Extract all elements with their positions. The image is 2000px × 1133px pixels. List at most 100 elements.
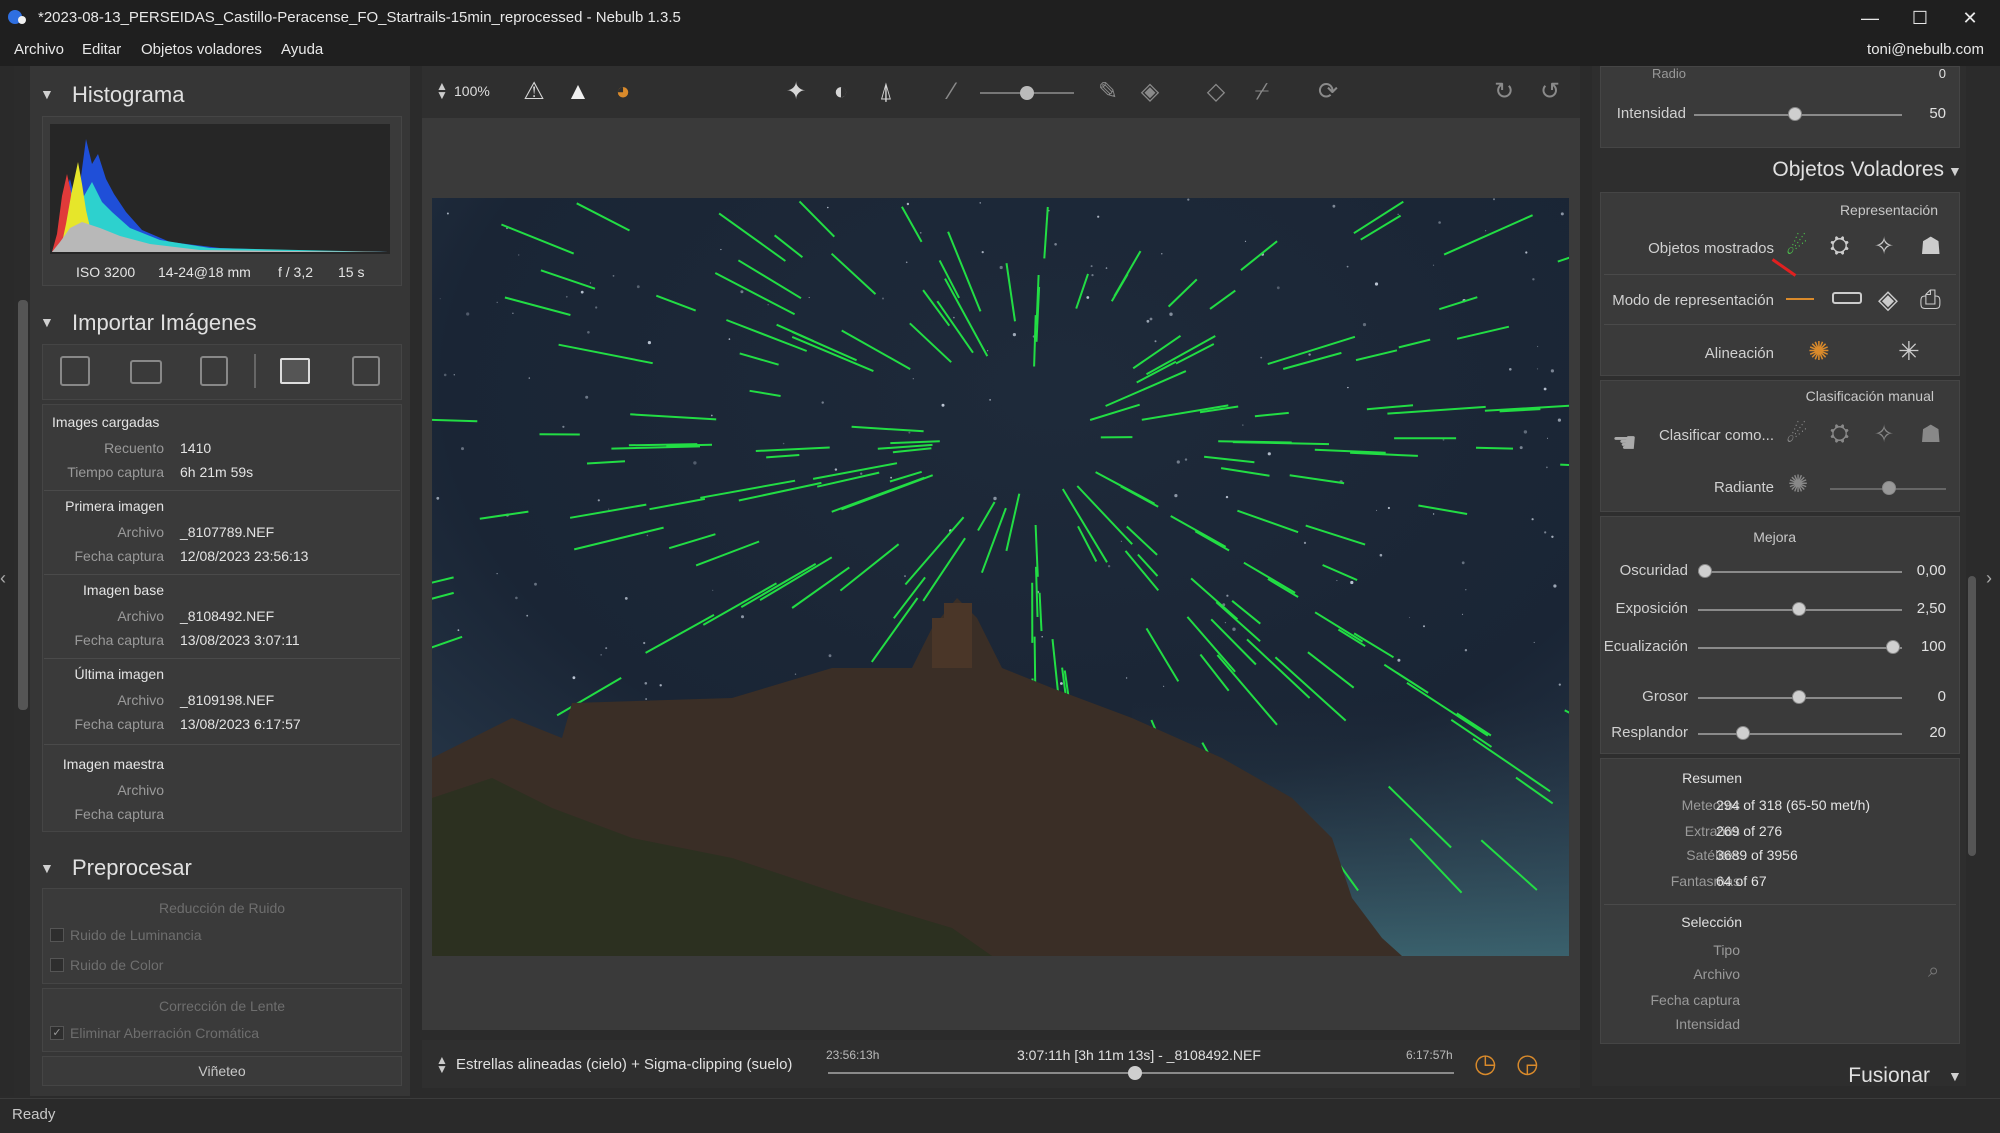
star: [1347, 386, 1349, 389]
eraser-icon[interactable]: ◇: [1198, 74, 1234, 110]
minimize-button[interactable]: —: [1850, 4, 1890, 32]
alignment-label: Alineación: [1704, 345, 1774, 362]
radiant-slider-knob[interactable]: [1882, 481, 1896, 495]
selection-intensity-label: Intensidad: [1675, 1016, 1740, 1032]
satellite-type-icon[interactable]: ✧: [1874, 232, 1894, 261]
collapse-right-icon[interactable]: ›: [1986, 568, 1992, 589]
menu-archivo[interactable]: Archivo: [14, 41, 64, 58]
stacking-mode[interactable]: Estrellas alineadas (cielo) + Sigma-clip…: [456, 1056, 792, 1073]
star: [1362, 323, 1367, 327]
star: [821, 401, 824, 404]
star: [624, 597, 628, 600]
camera-mode-icon[interactable]: ⎙: [1920, 284, 1941, 316]
box-mode-icon[interactable]: [1832, 292, 1862, 304]
glow-slider-knob[interactable]: [1736, 726, 1750, 740]
left-scrollbar[interactable]: [18, 300, 28, 710]
import-images-icon[interactable]: [60, 356, 90, 386]
tower-icon[interactable]: ⍋: [868, 74, 904, 110]
alignment-scatter-icon[interactable]: ✳: [1898, 336, 1920, 367]
import-collapse-icon[interactable]: ▼: [40, 314, 54, 330]
classify-satellite-icon[interactable]: ✧: [1874, 420, 1894, 449]
collapse-left-icon[interactable]: ‹: [0, 568, 6, 589]
mode-spinner-icon[interactable]: ▲ ▼: [436, 1054, 448, 1075]
planet-icon[interactable]: ◐: [823, 74, 859, 110]
menu-editar[interactable]: Editar: [82, 41, 121, 58]
meteor-type-icon[interactable]: ☄: [1786, 232, 1808, 261]
star: [979, 202, 981, 204]
glow-slider-track[interactable]: [1698, 733, 1902, 735]
chromatic-checkbox[interactable]: ✓: [50, 1026, 64, 1040]
star: [728, 338, 731, 340]
star: [987, 350, 989, 352]
vignette-header[interactable]: Viñeteo: [42, 1063, 402, 1079]
warning-outline-icon[interactable]: ⚠: [516, 74, 552, 110]
darkness-slider-knob[interactable]: [1698, 564, 1712, 578]
star: [1149, 317, 1153, 321]
search-selection-icon[interactable]: ⌕: [1928, 960, 1939, 983]
menu-ayuda[interactable]: Ayuda: [281, 41, 323, 58]
intensity-slider-knob[interactable]: [1788, 107, 1802, 121]
history-icon[interactable]: ◶: [1516, 1048, 1539, 1079]
import-master-icon[interactable]: [352, 356, 380, 386]
palette-icon[interactable]: ◕: [605, 74, 641, 110]
zoom-value[interactable]: 100%: [454, 83, 490, 99]
last-file-label: Archivo: [117, 692, 164, 708]
fill-bucket-icon[interactable]: ◈: [1132, 74, 1168, 110]
clock-icon[interactable]: ◷: [1474, 1048, 1497, 1079]
flying-objects-collapse-icon[interactable]: ▼: [1948, 163, 1962, 179]
exposure-slider-knob[interactable]: [1792, 602, 1806, 616]
undo-icon[interactable]: ↺: [1532, 74, 1568, 110]
preprocess-collapse-icon[interactable]: ▼: [40, 860, 54, 876]
stars-icon[interactable]: ✦: [778, 74, 814, 110]
zoom-spinner-icon[interactable]: ▲ ▼: [436, 80, 448, 101]
right-scrollbar[interactable]: [1968, 576, 1976, 856]
equalization-slider-knob[interactable]: [1886, 640, 1900, 654]
color-noise-checkbox[interactable]: [50, 958, 64, 972]
meteor-trail[interactable]: [1475, 446, 1514, 450]
thickness-slider-knob[interactable]: [1792, 690, 1806, 704]
star: [643, 641, 646, 645]
meteor-trail[interactable]: [628, 443, 698, 447]
darkness-slider-track[interactable]: [1698, 571, 1902, 573]
timeline-current: 3:07:11h [3h 11m 13s] - _8108492.NEF: [1017, 1047, 1261, 1063]
classify-meteor-icon[interactable]: ☄: [1786, 420, 1808, 449]
equalization-slider-track[interactable]: [1698, 647, 1902, 649]
luminance-checkbox[interactable]: [50, 928, 64, 942]
brush-size-slider-knob[interactable]: [1020, 86, 1034, 100]
startrails-photo[interactable]: [432, 198, 1569, 956]
user-account[interactable]: toni@nebulb.com: [1867, 41, 1984, 58]
broom-icon[interactable]: ⌿: [1244, 74, 1280, 110]
histogram-exposure: 15 s: [338, 264, 365, 280]
import-base-image-icon[interactable]: [280, 358, 310, 384]
ufo-type-icon[interactable]: ⛭: [1830, 232, 1849, 260]
close-button[interactable]: ✕: [1950, 4, 1990, 32]
star: [794, 673, 797, 675]
classify-ufo-icon[interactable]: ⛭: [1830, 420, 1849, 448]
redo-icon[interactable]: ↻: [1486, 74, 1522, 110]
maximize-button[interactable]: ☐: [1900, 4, 1940, 32]
classify-ghost-icon[interactable]: ☗: [1920, 420, 1942, 449]
last-date-label: Fecha captura: [74, 716, 165, 732]
refresh-icon[interactable]: ⟳: [1310, 74, 1346, 110]
alignment-radiant-icon[interactable]: ✺: [1808, 336, 1830, 367]
timeline-knob[interactable]: [1127, 1066, 1142, 1080]
import-folder-icon[interactable]: [130, 360, 162, 384]
flying-objects-title: Objetos Voladores: [1772, 158, 1944, 181]
menu-objetos-voladores[interactable]: Objetos voladores: [141, 41, 262, 58]
ghost-type-icon[interactable]: ☗: [1920, 232, 1942, 261]
histogram-collapse-icon[interactable]: ▼: [40, 86, 54, 102]
warning-filled-icon[interactable]: ▲: [560, 74, 596, 110]
magic-wand-icon[interactable]: ⁄: [934, 74, 970, 110]
star: [1493, 198, 1495, 201]
first-file-value: _8107789.NEF: [180, 524, 275, 540]
merge-collapse-icon[interactable]: ▼: [1948, 1068, 1962, 1084]
star: [608, 508, 610, 510]
star: [741, 615, 744, 619]
import-darks-icon[interactable]: [200, 356, 228, 386]
representation-header: Representación: [1839, 202, 1938, 218]
diamond-mode-icon[interactable]: ◈: [1878, 284, 1898, 315]
radiant-icon[interactable]: ✺: [1788, 470, 1808, 499]
brush-icon[interactable]: ✎: [1090, 74, 1126, 110]
manual-class-header: Clasificación manual: [1805, 388, 1934, 404]
line-mode-icon[interactable]: [1786, 298, 1814, 300]
